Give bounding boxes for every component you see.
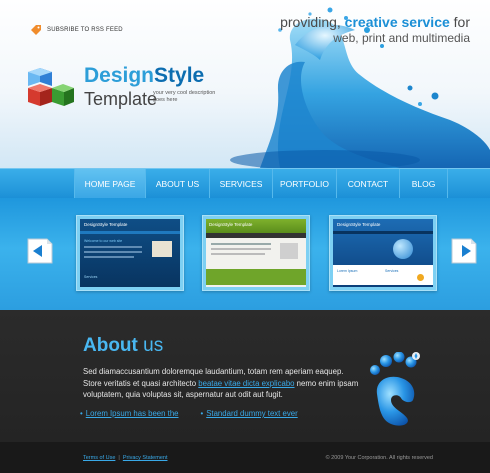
privacy-statement-link[interactable]: Privacy Statement: [123, 455, 168, 461]
footer-links: Terms of Use | Privacy Statement: [83, 455, 167, 461]
about-text: Sed diamaccusantium doloremque laudantiu…: [83, 367, 359, 399]
copyright-text: © 2009 Your Corporation. All rights rese…: [325, 455, 433, 461]
about-title: About us: [83, 335, 164, 356]
portfolio-thumb-1[interactable]: DesignStyle Template Welcome to our web …: [76, 215, 184, 291]
about-section: About us Sed diamaccusantium doloremque …: [0, 310, 490, 442]
about-inline-link[interactable]: beatae vitae dicta explicabo: [198, 379, 294, 388]
nav-contact[interactable]: CONTACT: [336, 169, 399, 199]
footprint-icon: [370, 352, 420, 426]
logo-title: DesignStyle: [84, 64, 205, 87]
footer-separator: |: [118, 455, 120, 461]
cubes-logo-icon: [28, 68, 74, 106]
nav-blog[interactable]: BLOG: [399, 169, 448, 199]
logo-tagline: your very cool description goes here: [153, 90, 216, 103]
site-logo[interactable]: DesignStyle Template your very cool desc…: [26, 62, 216, 122]
rss-subscribe-link[interactable]: SUBSRIBE TO RSS FEED: [30, 24, 123, 36]
thumb-title: DesignStyle Template: [84, 222, 128, 227]
next-arrow-icon[interactable]: [449, 236, 479, 266]
terms-of-use-link[interactable]: Terms of Use: [83, 455, 115, 461]
previous-arrow-icon[interactable]: [25, 236, 55, 266]
portfolio-showcase: DesignStyle Template Welcome to our web …: [0, 198, 490, 310]
thumb-footer-left: Lorem Ipsum: [337, 269, 358, 273]
nav-portfolio[interactable]: PORTFOLIO: [272, 169, 336, 199]
portfolio-thumb-2[interactable]: DesignStyle Template: [202, 215, 310, 291]
nav-about-us[interactable]: ABOUT US: [145, 169, 209, 199]
thumb-footer-right: Services: [385, 269, 399, 273]
rss-label: SUBSRIBE TO RSS FEED: [47, 27, 123, 33]
about-bullets: Lorem Ipsum has been the Standard dummy …: [80, 409, 298, 418]
portfolio-thumb-3[interactable]: DesignStyle Template Lorem Ipsum Service…: [329, 215, 437, 291]
main-navigation: HOME PAGE ABOUT US SERVICES PORTFOLIO CO…: [0, 168, 490, 199]
footer: Terms of Use | Privacy Statement © 2009 …: [0, 442, 490, 473]
header: SUBSRIBE TO RSS FEED DesignStyle Templat…: [0, 0, 490, 168]
thumb-heading: Welcome to our web site: [84, 239, 123, 243]
nav-services[interactable]: SERVICES: [209, 169, 272, 199]
thumb-footer: Services: [84, 275, 98, 279]
logo-subtitle: Template: [84, 89, 158, 109]
header-tagline: providing, creative service for web, pri…: [280, 14, 470, 45]
bullet-link-2[interactable]: Standard dummy text ever: [201, 409, 297, 418]
bullet-link-1[interactable]: Lorem Ipsum has been the: [80, 409, 179, 418]
thumb-title: DesignStyle Template: [337, 222, 381, 227]
nav-home-page[interactable]: HOME PAGE: [74, 169, 145, 199]
thumb-title: DesignStyle Template: [209, 222, 253, 227]
tag-icon: [31, 25, 41, 35]
